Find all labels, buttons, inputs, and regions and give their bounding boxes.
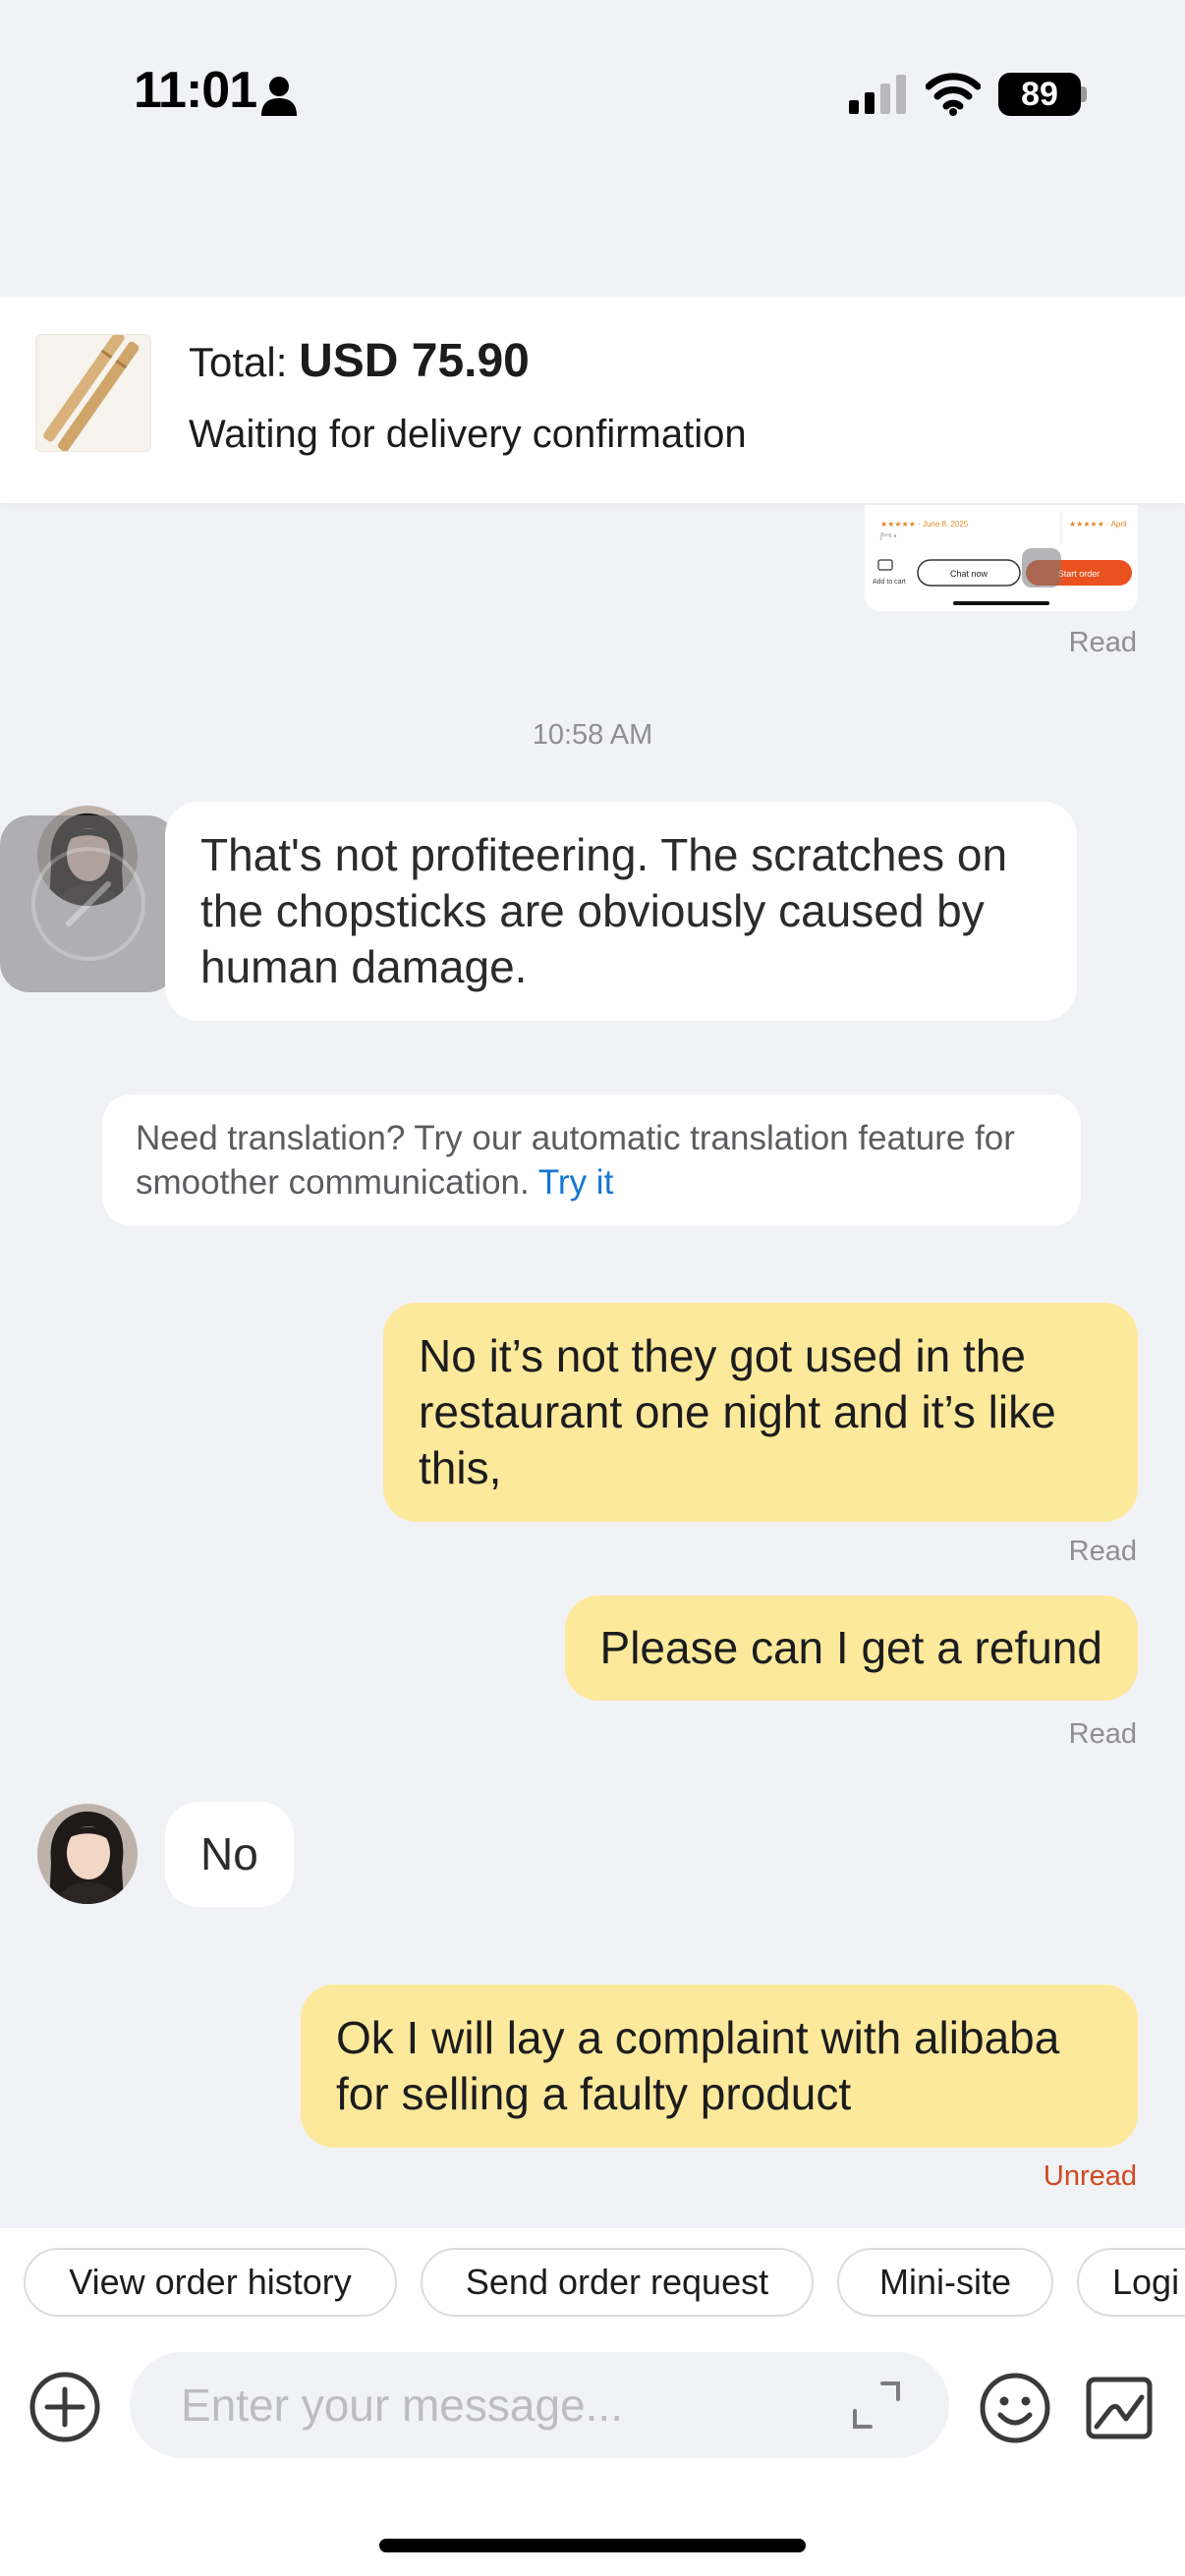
order-total-amount: USD 75.90 (299, 335, 530, 387)
preview-add-to-cart: Add to cart (873, 579, 906, 586)
cellular-signal-icon (849, 75, 906, 114)
wifi-icon (926, 73, 981, 116)
plus-icon[interactable] (28, 2370, 102, 2444)
preview-start-order: Start order (1058, 569, 1100, 579)
order-total-label: Total: (189, 339, 288, 385)
send-order-request-chip[interactable]: Send order request (421, 2248, 814, 2317)
mini-site-chip[interactable]: Mini-site (837, 2248, 1053, 2317)
message-input[interactable] (130, 2352, 949, 2458)
read-status: Read (1068, 1536, 1137, 1567)
view-order-history-chip[interactable]: View order history (24, 2248, 397, 2317)
outgoing-message-bubble[interactable]: Ok I will lay a complaint with alibaba f… (301, 1985, 1138, 2148)
message-timestamp: 10:58 AM (532, 719, 653, 751)
expand-icon[interactable] (851, 2380, 902, 2431)
message-text: Please can I get a refund (599, 1622, 1102, 1673)
translation-tip: Need translation? Try our automatic tran… (102, 1094, 1081, 1226)
product-thumbnail[interactable] (35, 334, 151, 452)
message-text: No it’s not they got used in the restaur… (419, 1330, 1056, 1493)
preview-rating-2: ★★★★★ · April (1069, 520, 1127, 529)
status-time: 11:01 (134, 62, 257, 119)
battery-icon: 89 (998, 73, 1081, 116)
logistics-chip[interactable]: Logi (1077, 2248, 1185, 2317)
outgoing-message-bubble[interactable]: No it’s not they got used in the restaur… (383, 1303, 1138, 1522)
seller-avatar[interactable] (37, 1804, 138, 1904)
emoji-icon[interactable] (979, 2372, 1051, 2444)
home-indicator[interactable] (379, 2539, 806, 2552)
order-status: Waiting for delivery confirmation (189, 413, 747, 456)
order-summary-card[interactable] (0, 297, 1185, 503)
message-text: No (200, 1828, 258, 1879)
outgoing-message-bubble[interactable]: Please can I get a refund (564, 1596, 1138, 1701)
person-icon (261, 77, 297, 116)
message-text: Ok I will lay a complaint with alibaba f… (336, 2012, 1060, 2119)
drag-handle-icon (31, 847, 145, 961)
try-it-link[interactable]: Try it (538, 1163, 613, 1202)
chopsticks-image (36, 335, 150, 451)
album-icon[interactable] (1085, 2374, 1154, 2442)
read-status: Read (1068, 627, 1137, 658)
svg-text:ʃᵗᵉʳᵍ ▪: ʃᵗᵉʳᵍ ▪ (879, 532, 897, 540)
order-total: Total: USD 75.90 (189, 334, 530, 388)
unread-status: Unread (1043, 2160, 1137, 2192)
read-status: Read (1068, 1718, 1137, 1750)
floating-drag-handle[interactable] (0, 815, 177, 992)
message-text: That's not profiteering. The scratches o… (200, 829, 1008, 992)
battery-level: 89 (1021, 75, 1058, 113)
incoming-message-bubble[interactable]: No (165, 1802, 294, 1907)
preview-rating-1: ★★★★★ · June 8, 2025 (880, 520, 969, 529)
battery-cap (1081, 86, 1087, 102)
image-message[interactable]: ★★★★★ · June 8, 2025 ʃᵗᵉʳᵍ ▪ ★★★★★ · Apr… (865, 505, 1138, 611)
preview-chat-now: Chat now (950, 569, 988, 579)
screenshot-preview: ★★★★★ · June 8, 2025 ʃᵗᵉʳᵍ ▪ ★★★★★ · Apr… (865, 505, 1138, 611)
seller-photo (37, 1804, 138, 1904)
incoming-message-bubble[interactable]: That's not profiteering. The scratches o… (165, 802, 1077, 1021)
